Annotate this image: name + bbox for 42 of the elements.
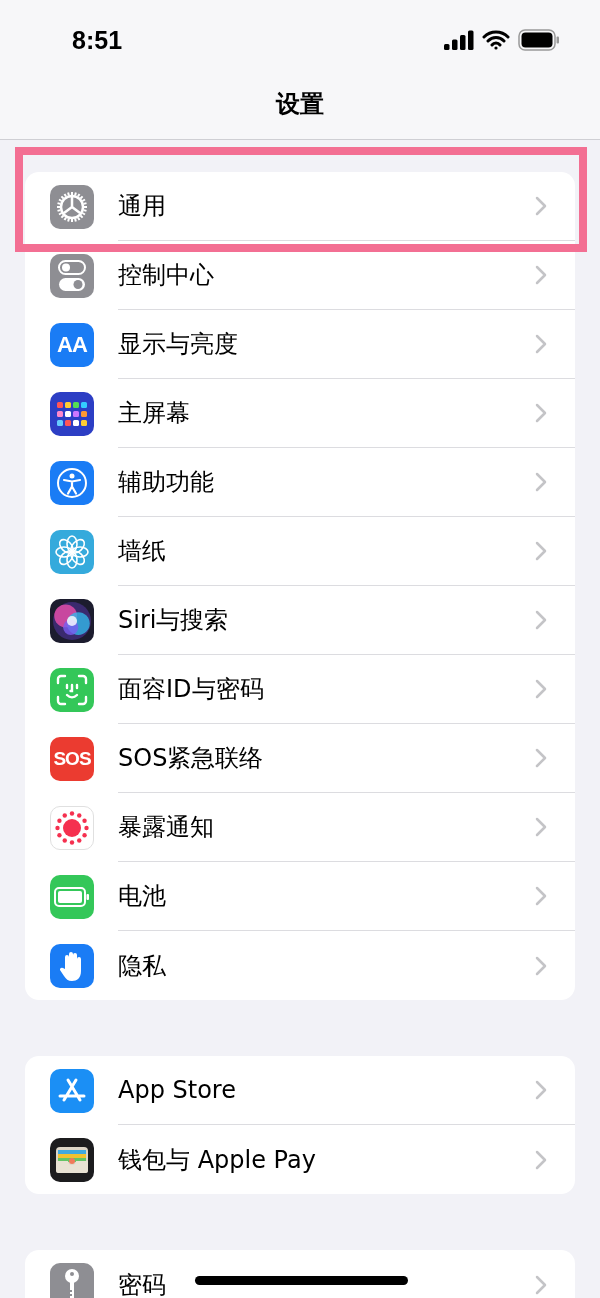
page-title: 设置 [276, 89, 324, 120]
chevron-icon [535, 265, 547, 285]
settings-item[interactable]: 主屏幕 [118, 397, 190, 429]
settings-item[interactable]: 显示与亮度 [118, 328, 238, 360]
icon-label: SOS [53, 747, 91, 770]
chevron-icon [535, 1149, 547, 1170]
accessibility-icon [56, 466, 88, 499]
settings-item[interactable]: 电池 [118, 880, 166, 912]
signal-icon [444, 30, 474, 50]
chevron-icon [535, 886, 547, 906]
toggles-icon [57, 258, 87, 293]
chevron-icon [535, 679, 547, 699]
battery-icon [54, 886, 90, 907]
clock: 8:51 [72, 25, 123, 55]
settings-item[interactable]: SOS紧急联络 [118, 742, 264, 774]
settings-item[interactable]: 钱包与 Apple Pay [118, 1143, 316, 1176]
chevron-icon [535, 955, 547, 976]
chevron-icon [535, 334, 547, 354]
settings-item[interactable]: 面容ID与密码 [118, 673, 264, 705]
chevron-icon [535, 610, 547, 630]
settings-item[interactable]: App Store [118, 1076, 236, 1104]
wifi-icon [482, 30, 510, 50]
chevron-icon [535, 541, 547, 561]
settings-item[interactable]: 控制中心 [118, 259, 214, 291]
chevron-icon [535, 817, 547, 837]
wallet-icon [54, 1144, 90, 1175]
settings-item[interactable]: 隐私 [118, 949, 166, 982]
settings-item[interactable]: 辅助功能 [118, 466, 214, 498]
chevron-icon [535, 1274, 547, 1295]
chevron-icon [535, 748, 547, 768]
battery-icon [518, 29, 560, 51]
chevron-icon [535, 196, 547, 216]
face-scan-icon [56, 673, 88, 706]
chevron-icon [535, 472, 547, 492]
settings-item[interactable]: 暴露通知 [118, 811, 214, 843]
settings-item[interactable]: Siri与搜索 [118, 604, 229, 636]
settings-item[interactable]: 通用 [118, 190, 166, 222]
chevron-icon [535, 1080, 547, 1100]
settings-item[interactable]: 墙纸 [118, 535, 166, 567]
chevron-icon [535, 403, 547, 423]
settings-item[interactable]: 密码 [118, 1268, 166, 1298]
icon-label: AA [57, 331, 87, 358]
